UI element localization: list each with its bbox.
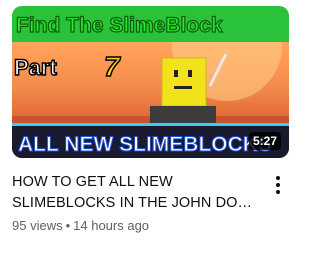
video-title[interactable]: HOW TO GET ALL NEW SLIMEBLOCKS IN THE JO…	[12, 172, 266, 214]
thumbnail-part-number: 7	[104, 51, 121, 82]
thumbnail-part-text: Part	[14, 55, 57, 80]
video-card[interactable]: Find The SlimeBlock Part 7 ALL NEW SLIME…	[0, 0, 301, 254]
video-meta: 95 views • 14 hours ago	[12, 218, 149, 233]
more-vertical-icon[interactable]	[268, 173, 288, 197]
upload-age: 14 hours ago	[73, 218, 150, 233]
video-title-line-1: HOW TO GET ALL NEW	[12, 174, 173, 190]
video-thumbnail[interactable]: Find The SlimeBlock Part 7 ALL NEW SLIME…	[12, 6, 289, 158]
view-count: 95 views	[12, 218, 63, 233]
thumbnail-top-text: Find The SlimeBlock	[16, 14, 223, 37]
video-title-line-2: SLIMEBLOCKS IN THE JOHN DO…	[12, 195, 253, 211]
meta-separator: •	[65, 218, 71, 233]
duration-badge: 5:27	[248, 132, 281, 150]
thumbnail-art: Find The SlimeBlock Part 7 ALL NEW SLIME…	[12, 6, 289, 158]
thumbnail-bottom-text: ALL NEW SLIMEBLOCKS	[18, 133, 272, 156]
